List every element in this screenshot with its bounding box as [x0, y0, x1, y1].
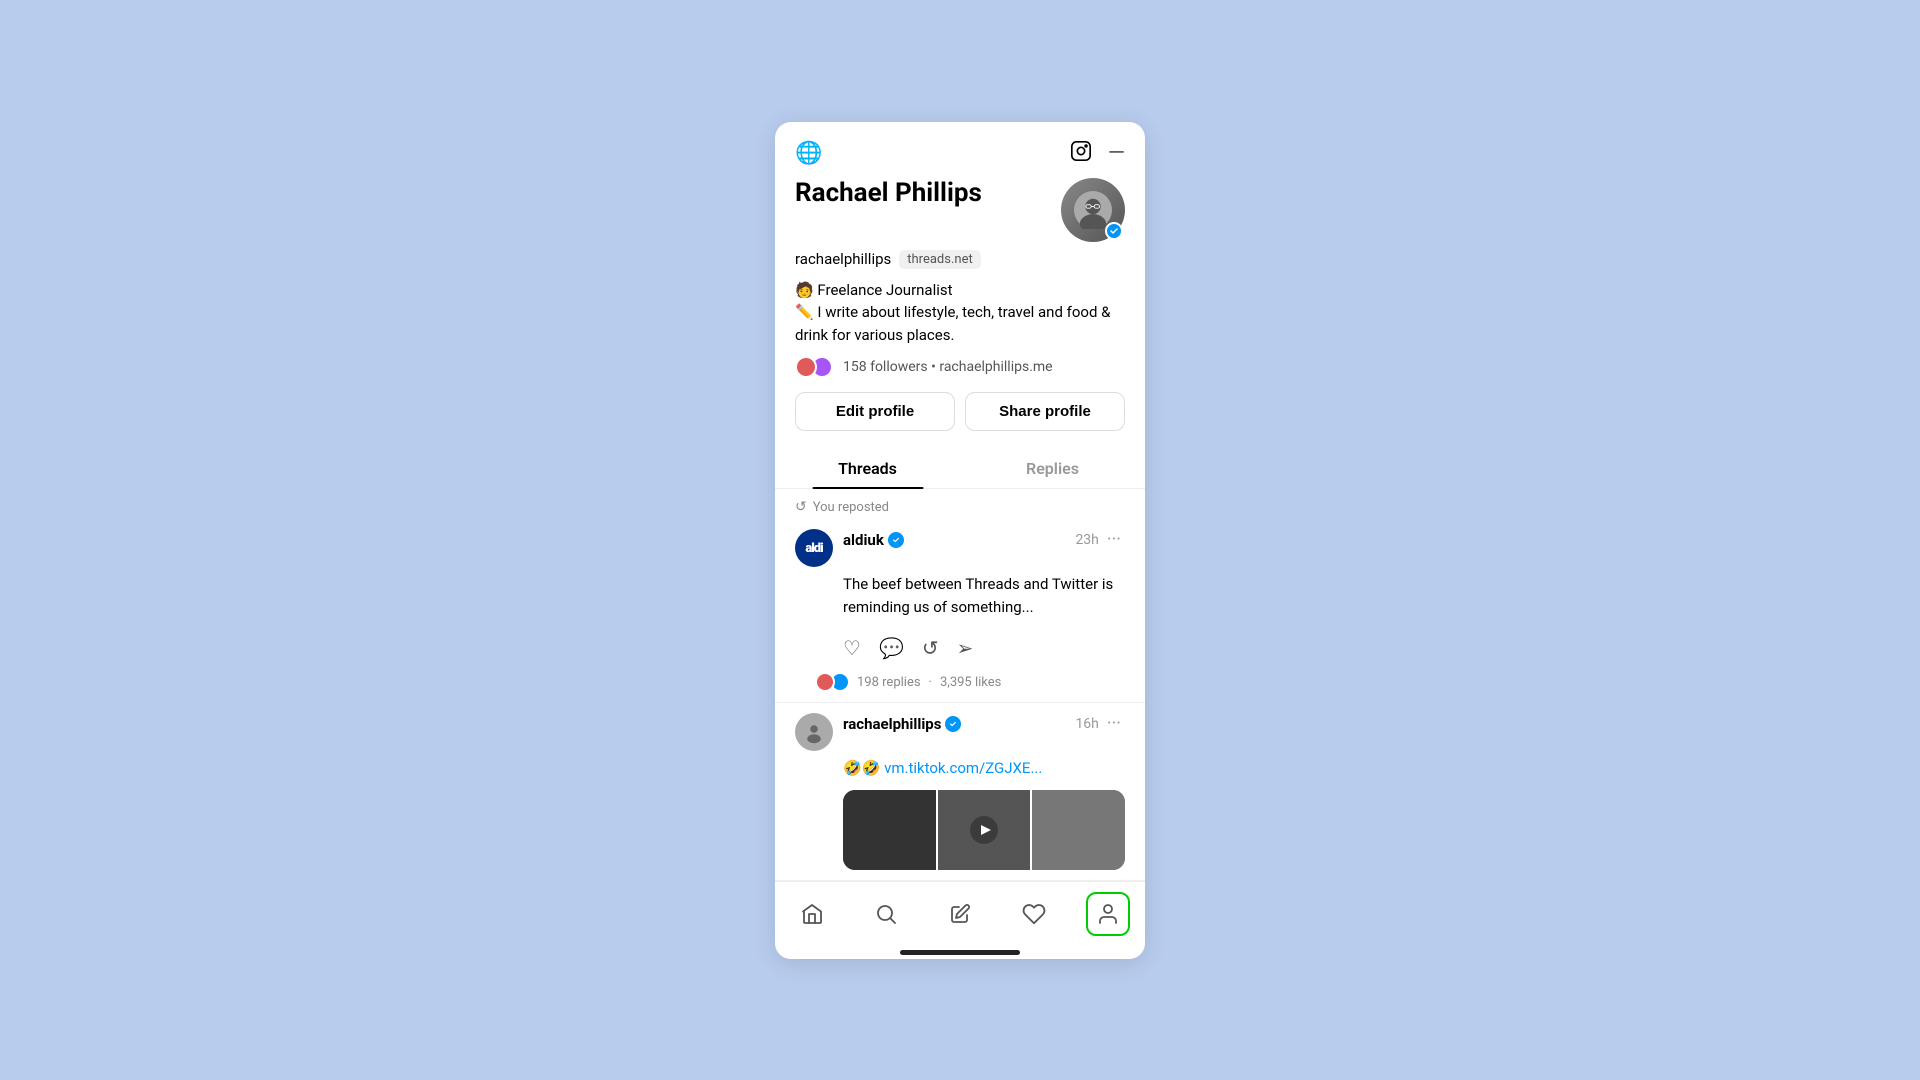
- post-replies-1: 198 replies: [857, 675, 921, 690]
- home-indicator: [775, 944, 1145, 959]
- top-bar: 🌐 —: [775, 122, 1145, 178]
- bottom-nav: [775, 881, 1145, 944]
- top-bar-icons: —: [1070, 140, 1125, 168]
- username-row: rachaelphillips threads.net: [795, 250, 1125, 269]
- post-author-row-1: aldiuk 23h ···: [843, 529, 1125, 550]
- avatar-wrap: [1061, 178, 1125, 242]
- post-meta-2: rachaelphillips 16h ···: [843, 713, 1125, 734]
- comment-icon-1[interactable]: 💬: [879, 636, 904, 660]
- follower-avatars: [795, 356, 827, 378]
- repost-icon: ↺: [795, 499, 807, 515]
- post-link-2[interactable]: vm.tiktok.com/ZGJXE...: [884, 759, 1042, 777]
- post-time-1: 23h: [1075, 532, 1098, 548]
- media-cell-1: [843, 790, 938, 870]
- platform-badge: threads.net: [899, 250, 980, 269]
- profile-verified-badge: [1105, 222, 1123, 240]
- bio-section: 🧑 Freelance Journalist ✏️ I write about …: [795, 279, 1125, 347]
- bio-line-1: 🧑 Freelance Journalist: [795, 279, 1125, 302]
- post-verified-1: [888, 532, 904, 548]
- post-author-2: rachaelphillips: [843, 715, 941, 733]
- nav-compose[interactable]: [938, 892, 982, 936]
- like-icon-1[interactable]: ♡: [843, 636, 861, 660]
- stat-avatars-1: [815, 672, 845, 692]
- share-action-icon-1[interactable]: ➢: [957, 636, 974, 660]
- post-sep-1: ·: [929, 675, 932, 690]
- nav-search[interactable]: [864, 892, 908, 936]
- follower-avatar-1: [795, 356, 817, 378]
- profile-name-block: Rachael Phillips: [795, 178, 982, 209]
- post-actions-1: ♡ 💬 ↺ ➢: [795, 628, 1125, 668]
- share-profile-button[interactable]: Share profile: [965, 392, 1125, 431]
- post-stats-1: 198 replies · 3,395 likes: [795, 668, 1125, 702]
- profile-name: Rachael Phillips: [795, 178, 982, 209]
- media-cell-3: [1032, 790, 1125, 870]
- post-meta-1: aldiuk 23h ···: [843, 529, 1125, 550]
- repost-action-icon-1[interactable]: ↺: [922, 636, 939, 660]
- buttons-row: Edit profile Share profile: [795, 392, 1125, 431]
- post-more-2[interactable]: ···: [1103, 713, 1125, 734]
- globe-icon[interactable]: 🌐: [795, 141, 822, 166]
- post-content-2: 🤣🤣 vm.tiktok.com/ZGJXE...: [843, 757, 1125, 780]
- post-header-2: rachaelphillips 16h ···: [795, 713, 1125, 751]
- stat-avatar-a: [815, 672, 835, 692]
- menu-icon[interactable]: —: [1108, 143, 1125, 165]
- tab-threads[interactable]: Threads: [775, 447, 960, 488]
- home-bar: [900, 950, 1020, 955]
- repost-text: You reposted: [813, 500, 889, 515]
- repost-label: ↺ You reposted: [775, 489, 1145, 519]
- instagram-icon[interactable]: [1070, 140, 1092, 168]
- post-header-1: aldi aldiuk 23h ···: [795, 529, 1125, 567]
- post-verified-2: [945, 716, 961, 732]
- post-likes-1: 3,395 likes: [940, 675, 1001, 690]
- profile-header: Rachael Phillips: [795, 178, 1125, 242]
- post-avatar-1: aldi: [795, 529, 833, 567]
- media-cell-2: [938, 790, 1033, 870]
- username: rachaelphillips: [795, 250, 891, 268]
- profile-section: Rachael Phillips: [775, 178, 1145, 448]
- post-author-1: aldiuk: [843, 531, 884, 549]
- edit-profile-button[interactable]: Edit profile: [795, 392, 955, 431]
- post-item-1: aldi aldiuk 23h ··· The beef between Thr…: [775, 519, 1145, 703]
- post-item-2: rachaelphillips 16h ··· 🤣🤣 vm.tiktok.com…: [775, 703, 1145, 881]
- phone-container: 🌐 — Rachael Phillips: [775, 122, 1145, 959]
- nav-activity[interactable]: [1012, 892, 1056, 936]
- nav-home[interactable]: [790, 892, 834, 936]
- post-more-1[interactable]: ···: [1103, 529, 1125, 550]
- tab-replies[interactable]: Replies: [960, 447, 1145, 488]
- nav-profile[interactable]: [1086, 892, 1130, 936]
- tabs-row: Threads Replies: [775, 447, 1145, 489]
- post-time-2: 16h: [1075, 716, 1098, 732]
- followers-text[interactable]: 158 followers • rachaelphillips.me: [843, 359, 1053, 375]
- media-preview-2: [843, 790, 1125, 870]
- feed: ↺ You reposted aldi aldiuk 23h ···: [775, 489, 1145, 881]
- post-content-1: The beef between Threads and Twitter is …: [843, 573, 1125, 618]
- followers-row: 158 followers • rachaelphillips.me: [795, 356, 1125, 378]
- bio-line-2: ✏️ I write about lifestyle, tech, travel…: [795, 301, 1125, 346]
- post-avatar-2: [795, 713, 833, 751]
- media-grid: [843, 790, 1125, 870]
- post-author-row-2: rachaelphillips 16h ···: [843, 713, 1125, 734]
